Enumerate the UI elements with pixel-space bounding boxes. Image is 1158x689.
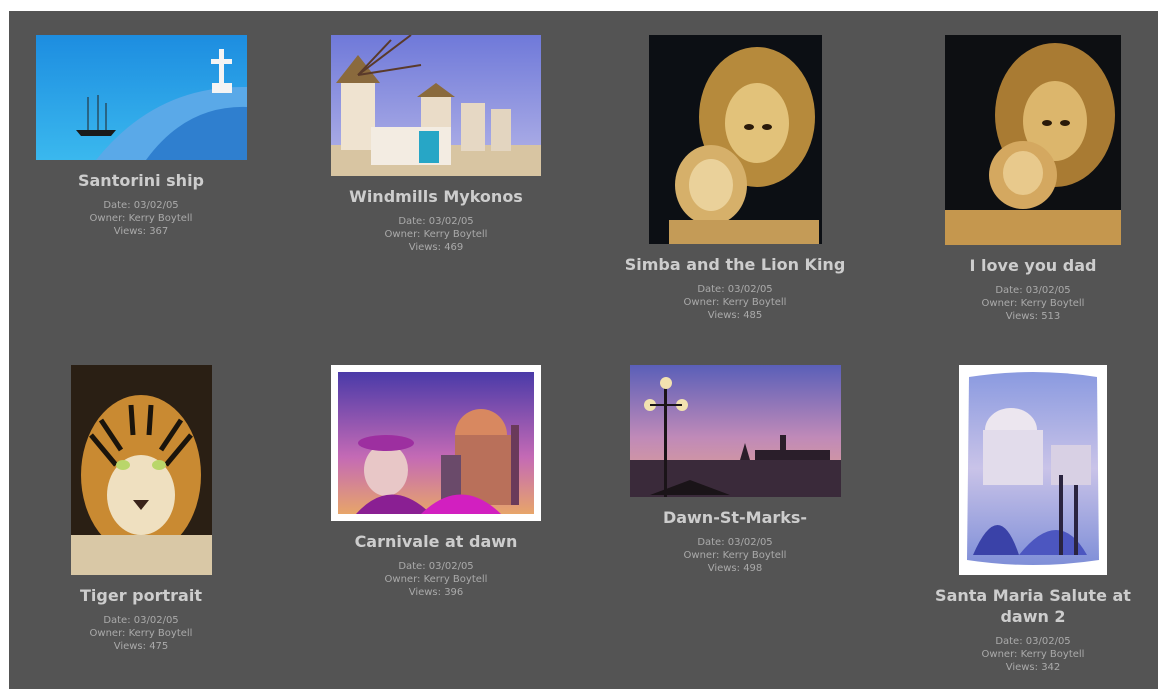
photo-title[interactable]: Simba and the Lion King bbox=[615, 254, 855, 275]
photo-date: Date: 03/02/05 bbox=[697, 284, 773, 295]
gallery-item: Simba and the Lion King Date: 03/02/05 O… bbox=[597, 35, 873, 322]
photo-views: Views: 513 bbox=[1005, 311, 1061, 322]
photo-thumbnail-simba-lion-king[interactable] bbox=[648, 35, 822, 244]
photo-owner: Owner: Kerry Boytell bbox=[89, 628, 193, 639]
photo-owner: Owner: Kerry Boytell bbox=[89, 213, 193, 224]
photo-views: Views: 469 bbox=[408, 242, 464, 253]
photo-views: Views: 342 bbox=[1005, 662, 1061, 673]
photo-meta: Date: 03/02/05 Owner: Kerry Boytell View… bbox=[684, 536, 787, 575]
photo-views: Views: 367 bbox=[113, 226, 169, 237]
photo-thumbnail-dawn-st-marks[interactable] bbox=[629, 365, 841, 497]
photo-date: Date: 03/02/05 bbox=[103, 200, 179, 211]
gallery-item: I love you dad Date: 03/02/05 Owner: Ker… bbox=[895, 35, 1158, 323]
photo-owner: Owner: Kerry Boytell bbox=[683, 297, 787, 308]
photo-title[interactable]: Tiger portrait bbox=[21, 585, 261, 606]
photo-meta: Date: 03/02/05 Owner: Kerry Boytell View… bbox=[385, 560, 488, 599]
photo-date: Date: 03/02/05 bbox=[398, 561, 474, 572]
photo-views: Views: 396 bbox=[408, 587, 464, 598]
photo-title[interactable]: I love you dad bbox=[913, 255, 1153, 276]
photo-gallery: Santorini ship Date: 03/02/05 Owner: Ker… bbox=[9, 11, 1158, 689]
photo-meta: Date: 03/02/05 Owner: Kerry Boytell View… bbox=[982, 284, 1085, 323]
photo-owner: Owner: Kerry Boytell bbox=[683, 550, 787, 561]
photo-meta: Date: 03/02/05 Owner: Kerry Boytell View… bbox=[90, 199, 193, 238]
photo-thumbnail-santorini-ship[interactable] bbox=[35, 35, 247, 160]
gallery-item: Carnivale at dawn Date: 03/02/05 Owner: … bbox=[298, 365, 574, 599]
photo-title[interactable]: Windmills Mykonos bbox=[316, 186, 556, 207]
photo-title[interactable]: Santa Maria Salute at dawn 2 bbox=[913, 585, 1153, 627]
photo-thumbnail-carnivale-at-dawn[interactable] bbox=[331, 365, 541, 521]
photo-meta: Date: 03/02/05 Owner: Kerry Boytell View… bbox=[90, 614, 193, 653]
photo-owner: Owner: Kerry Boytell bbox=[384, 229, 488, 240]
photo-thumbnail-i-love-you-dad[interactable] bbox=[945, 35, 1121, 245]
photo-owner: Owner: Kerry Boytell bbox=[981, 649, 1085, 660]
photo-views: Views: 498 bbox=[707, 563, 763, 574]
photo-title[interactable]: Santorini ship bbox=[21, 170, 261, 191]
photo-meta: Date: 03/02/05 Owner: Kerry Boytell View… bbox=[982, 635, 1085, 674]
photo-thumbnail-windmills-mykonos[interactable] bbox=[331, 35, 541, 176]
photo-meta: Date: 03/02/05 Owner: Kerry Boytell View… bbox=[684, 283, 787, 322]
photo-views: Views: 485 bbox=[707, 310, 763, 321]
gallery-item: Dawn-St-Marks- Date: 03/02/05 Owner: Ker… bbox=[597, 365, 873, 575]
photo-thumbnail-tiger-portrait[interactable] bbox=[70, 365, 212, 575]
photo-meta: Date: 03/02/05 Owner: Kerry Boytell View… bbox=[385, 215, 488, 254]
photo-title[interactable]: Dawn-St-Marks- bbox=[615, 507, 855, 528]
photo-date: Date: 03/02/05 bbox=[995, 636, 1071, 647]
photo-thumbnail-santa-maria-salute[interactable] bbox=[959, 365, 1107, 575]
photo-date: Date: 03/02/05 bbox=[697, 537, 773, 548]
photo-date: Date: 03/02/05 bbox=[995, 285, 1071, 296]
photo-views: Views: 475 bbox=[113, 641, 169, 652]
gallery-item: Santa Maria Salute at dawn 2 Date: 03/02… bbox=[895, 365, 1158, 674]
photo-owner: Owner: Kerry Boytell bbox=[981, 298, 1085, 309]
photo-date: Date: 03/02/05 bbox=[398, 216, 474, 227]
gallery-item: Santorini ship Date: 03/02/05 Owner: Ker… bbox=[3, 35, 279, 238]
photo-date: Date: 03/02/05 bbox=[103, 615, 179, 626]
photo-title[interactable]: Carnivale at dawn bbox=[316, 531, 556, 552]
gallery-item: Tiger portrait Date: 03/02/05 Owner: Ker… bbox=[3, 365, 279, 653]
photo-owner: Owner: Kerry Boytell bbox=[384, 574, 488, 585]
gallery-item: Windmills Mykonos Date: 03/02/05 Owner: … bbox=[298, 35, 574, 254]
